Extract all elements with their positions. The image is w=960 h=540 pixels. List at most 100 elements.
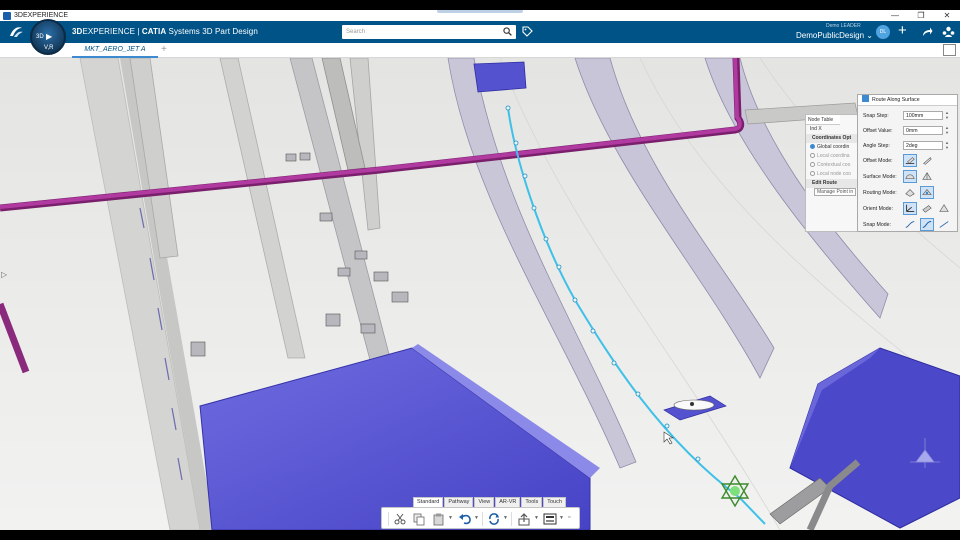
brand-app-name: Systems 3D Part Design [166, 27, 258, 36]
app-header: 3DEXPERIENCE | CATIA Systems 3D Part Des… [0, 21, 960, 43]
chevron-down-icon: ⌄ [866, 31, 873, 40]
update-dropdown[interactable]: ▼ [503, 515, 508, 521]
node-table-panel: Node Table Ind X Coordinates Opt Global … [805, 114, 863, 232]
snap-step-label: Snap Step: [863, 113, 889, 119]
route-along-surface-panel: Route Along Surface Snap Step: 100mm ▲ ▼ … [857, 94, 958, 232]
offset-mode-normal-icon[interactable] [903, 154, 917, 167]
snap-step-spinner[interactable]: ▲ ▼ [944, 110, 950, 120]
tab-mkt-aero-jet[interactable]: MKT_AERO_JET A [72, 43, 158, 58]
tab-pathway[interactable]: Pathway [444, 497, 474, 507]
tab-standard[interactable]: Standard [413, 497, 444, 507]
app-window-icon [3, 11, 11, 20]
compass-widget[interactable]: 3D ▶ V,R [30, 19, 66, 55]
orient-mode-normal-icon[interactable] [920, 202, 934, 215]
routing-mode-label: Routing Mode: [863, 190, 897, 196]
display-icon[interactable] [543, 512, 557, 526]
routing-mode-free-icon[interactable] [903, 186, 917, 199]
fullscreen-icon[interactable] [943, 44, 956, 56]
add-icon[interactable]: + [898, 23, 907, 39]
coordinates-section[interactable]: Coordinates Opt [806, 134, 862, 143]
share-icon[interactable] [921, 26, 933, 38]
toolbar-separator [511, 512, 512, 526]
play-icon[interactable]: ▶ [46, 32, 52, 41]
search-input[interactable]: Search [342, 25, 516, 39]
copy-icon[interactable] [412, 512, 426, 526]
angle-step-spinner[interactable]: ▲ ▼ [944, 140, 950, 150]
radio-icon[interactable] [810, 144, 815, 149]
snap-mode-spline-icon[interactable] [937, 218, 951, 231]
search-icon[interactable] [503, 27, 512, 36]
snap-mode-label: Snap Mode: [863, 222, 891, 228]
search-placeholder: Search [346, 29, 366, 35]
minimize-button[interactable]: — [882, 11, 908, 20]
add-tab-icon[interactable]: + [161, 44, 167, 55]
offset-value-label: Offset Value: [863, 128, 893, 134]
tab-tools[interactable]: Tools [521, 497, 543, 507]
panel-expand-icon[interactable]: ▷ [1, 270, 7, 279]
node-table-header-row: Ind X [810, 126, 822, 132]
close-button[interactable]: ✕ [934, 11, 960, 20]
window-title: 3DEXPERIENCE [14, 12, 69, 19]
coord-option-local-node[interactable]: Local node coo [806, 170, 862, 179]
brand-3d: 3D [72, 27, 83, 36]
snap-mode-line-icon[interactable] [903, 218, 917, 231]
coord-option-global[interactable]: Global coordin [806, 143, 862, 152]
surface-mode-single-icon[interactable] [903, 170, 917, 183]
ds-logo-icon[interactable] [8, 25, 24, 39]
restore-button[interactable]: ❐ [908, 11, 934, 20]
update-icon[interactable] [487, 512, 501, 526]
action-bar: ▼ ▼ ▼ ▼ ▼ ▫ [381, 507, 580, 529]
radio-icon[interactable] [810, 171, 815, 176]
workspace-selector[interactable]: DemoPublicDesign ⌄ [796, 31, 873, 40]
display-dropdown[interactable]: ▼ [559, 515, 564, 521]
paste-icon[interactable] [432, 512, 446, 526]
route-panel-title[interactable]: Route Along Surface [858, 95, 957, 106]
action-bar-tabs: Standard Pathway View AR-VR Tools Touch [413, 497, 566, 507]
tab-ar-vr[interactable]: AR-VR [495, 497, 521, 507]
snap-step-field[interactable]: 100mm [903, 111, 943, 120]
orient-mode-label: Orient Mode: [863, 206, 893, 212]
panel-top [473, 61, 527, 93]
orient-mode-surface-icon[interactable] [937, 202, 951, 215]
offset-value-field[interactable]: 0mm [903, 126, 943, 135]
user-name: Demo LEADER [826, 23, 861, 29]
window-titlebar: 3DEXPERIENCE — ❐ ✕ [0, 10, 960, 21]
workspace-label: DemoPublicDesign [796, 31, 865, 40]
tab-bar: MKT_AERO_JET A + [0, 43, 960, 58]
paste-dropdown[interactable]: ▼ [448, 515, 453, 521]
share-dropdown[interactable]: ▼ [534, 515, 539, 521]
orient-mode-axis-icon[interactable] [903, 202, 917, 215]
collaboration-icon[interactable] [942, 26, 955, 38]
tab-touch[interactable]: Touch [543, 497, 566, 507]
tag-icon[interactable] [521, 25, 534, 38]
coord-option-local[interactable]: Local coordina [806, 152, 862, 161]
surface-mode-multi-icon[interactable] [920, 170, 934, 183]
manage-point-button[interactable]: Manage Point in [814, 188, 857, 196]
coord-option-label: Local coordina [817, 153, 850, 159]
cut-icon[interactable] [393, 512, 407, 526]
radio-icon[interactable] [810, 162, 815, 167]
radio-icon[interactable] [810, 153, 815, 158]
undo-dropdown[interactable]: ▼ [474, 515, 479, 521]
undo-icon[interactable] [458, 512, 472, 526]
coord-option-contextual[interactable]: Contextual coo [806, 161, 862, 170]
coord-option-label: Global coordin [817, 144, 850, 150]
tab-view[interactable]: View [474, 497, 495, 507]
angle-step-field[interactable]: 2deg [903, 141, 943, 150]
edit-route-section[interactable]: Edit Route [806, 179, 862, 188]
offset-mode-label: Offset Mode: [863, 158, 893, 164]
slot-marker [690, 402, 694, 406]
app-brand: 3DEXPERIENCE | CATIA Systems 3D Part Des… [72, 27, 258, 36]
compass-vr-label: V,R [44, 45, 54, 51]
coord-option-label: Local node coo [817, 171, 851, 177]
more-icon[interactable]: ▫ [568, 514, 570, 521]
offset-mode-tangent-icon[interactable] [920, 154, 934, 167]
share-icon[interactable] [517, 512, 531, 526]
coord-option-label: Contextual coo [817, 162, 851, 168]
node-table-title[interactable]: Node Table [806, 115, 840, 125]
avatar[interactable]: DL [876, 25, 890, 39]
offset-value-spinner[interactable]: ▲ ▼ [944, 125, 950, 135]
snap-mode-curve-icon[interactable] [920, 218, 934, 231]
routing-mode-geodesic-icon[interactable] [920, 186, 934, 199]
brand-catia: CATIA [141, 27, 167, 36]
